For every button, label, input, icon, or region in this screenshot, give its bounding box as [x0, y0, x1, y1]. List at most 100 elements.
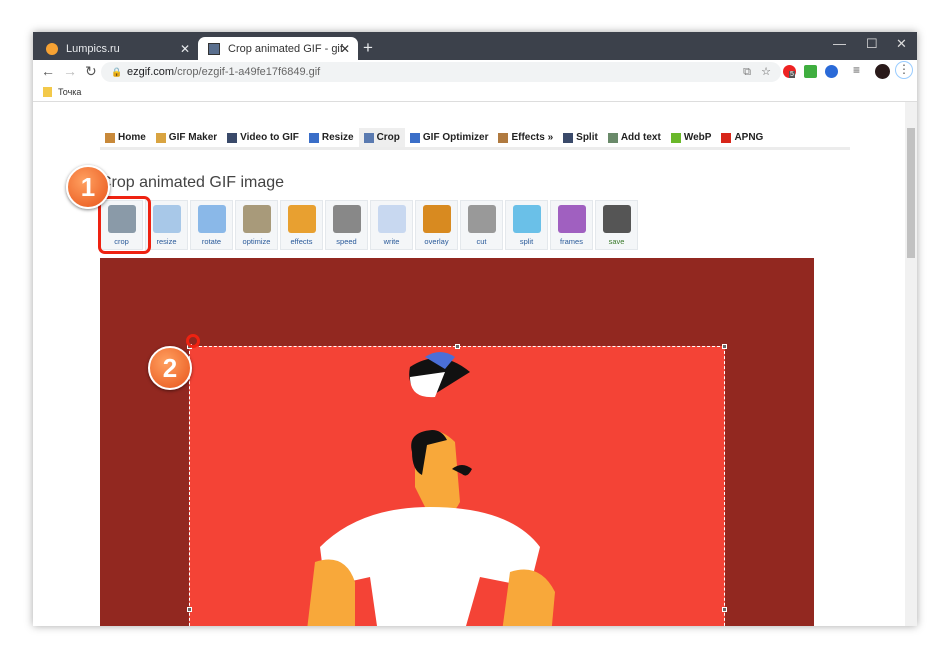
- scrollbar-thumb[interactable]: [907, 128, 915, 258]
- tool-label: write: [383, 237, 400, 246]
- overlay-icon: [422, 205, 451, 233]
- url-path: /crop/ezgif-1-a49fe17f6849.gif: [174, 66, 321, 78]
- step-1-badge: 1: [66, 165, 110, 209]
- menu-item-crop[interactable]: Crop: [358, 128, 405, 147]
- crop-handle[interactable]: [722, 344, 727, 349]
- gif-preview[interactable]: [100, 258, 814, 626]
- address-bar[interactable]: 🔒 ezgif.com/crop/ezgif-1-a49fe17f6849.gif…: [101, 62, 781, 82]
- menu-item-webp[interactable]: WebP: [666, 128, 717, 147]
- site-menu: Home GIF Maker Video to GIF Resize Crop GIF O…: [100, 128, 850, 150]
- tool-label: split: [519, 237, 534, 246]
- tool-optimize[interactable]: optimize: [235, 200, 278, 250]
- tool-resize[interactable]: resize: [145, 200, 188, 250]
- tool-label: effects: [290, 237, 313, 246]
- step-2-badge: 2: [148, 346, 192, 390]
- tool-effects[interactable]: effects: [280, 200, 323, 250]
- url-host: ezgif.com: [127, 66, 175, 78]
- crop-handle[interactable]: [722, 607, 727, 612]
- bookmark-item[interactable]: Точка: [43, 87, 81, 97]
- resize-icon: [152, 205, 181, 233]
- menu-item-effects[interactable]: Effects »: [493, 128, 558, 147]
- crop-handle[interactable]: [187, 607, 192, 612]
- lumpics-favicon: [46, 42, 58, 55]
- menu-item-icon: [308, 132, 319, 143]
- menu-icon[interactable]: ⋮: [895, 61, 913, 79]
- bookmarks-bar: Точка: [33, 84, 917, 102]
- cut-icon: [467, 205, 496, 233]
- tool-label: overlay: [424, 237, 449, 246]
- menu-item-videotogif[interactable]: Video to GIF: [222, 128, 304, 147]
- ezgif-favicon: [208, 42, 220, 55]
- crop-tool-highlight: [98, 196, 151, 254]
- forward-icon[interactable]: →: [63, 63, 77, 79]
- split-icon: [512, 205, 541, 233]
- check-extension-icon[interactable]: [804, 65, 817, 78]
- menu-item-icon: [363, 132, 374, 143]
- vpn-extension-icon[interactable]: [825, 65, 838, 78]
- menu-item-gifmaker[interactable]: GIF Maker: [151, 128, 222, 147]
- tool-label: frames: [560, 237, 583, 246]
- tool-frames[interactable]: frames: [550, 200, 593, 250]
- bookmark-label: Точка: [58, 87, 82, 97]
- tab-bar: Lumpics.ru ✕ Crop animated GIF - gif-man-…: [33, 32, 917, 60]
- menu-item-label: APNG: [734, 132, 764, 143]
- menu-item-gifoptimizer[interactable]: GIF Optimizer: [405, 128, 494, 147]
- close-window-icon[interactable]: ✕: [896, 36, 907, 52]
- frames-icon: [557, 205, 586, 233]
- menu-item-resize[interactable]: Resize: [304, 128, 359, 147]
- rotate-icon: [197, 205, 226, 233]
- translate-icon[interactable]: ⧉: [743, 62, 751, 82]
- menu-item-icon: [409, 132, 420, 143]
- tool-speed[interactable]: speed: [325, 200, 368, 250]
- tab-ezgif[interactable]: Crop animated GIF - gif-man-me✕: [198, 37, 358, 60]
- tool-save[interactable]: save: [595, 200, 638, 250]
- scrollbar[interactable]: [905, 102, 917, 626]
- opera-extension-icon[interactable]: 5: [783, 65, 796, 78]
- tool-overlay[interactable]: overlay: [415, 200, 458, 250]
- crop-selection[interactable]: [187, 344, 727, 626]
- menu-item-icon: [607, 132, 618, 143]
- folder-icon: [43, 87, 52, 97]
- man-illustration: [307, 352, 555, 626]
- menu-item-label: GIF Maker: [168, 132, 218, 143]
- menu-item-icon: [498, 132, 509, 143]
- reload-icon[interactable]: ↻: [85, 63, 97, 80]
- menu-item-label: Split: [576, 132, 598, 143]
- tool-label: optimize: [242, 237, 271, 246]
- menu-item-icon: [721, 132, 732, 143]
- tool-label: speed: [336, 237, 357, 246]
- tool-label: save: [608, 237, 625, 246]
- tab-label: Lumpics.ru: [66, 42, 120, 55]
- toolbar: ← → ↻ 🔒 ezgif.com/crop/ezgif-1-a49fe17f68…: [33, 60, 917, 84]
- write-icon: [377, 205, 406, 233]
- tool-split[interactable]: split: [505, 200, 548, 250]
- tool-write[interactable]: write: [370, 200, 413, 250]
- menu-item-icon: [155, 132, 166, 143]
- tool-label: cut: [476, 237, 487, 246]
- lock-icon: 🔒: [111, 67, 123, 77]
- tool-rotate[interactable]: rotate: [190, 200, 233, 250]
- close-tab-icon[interactable]: ✕: [180, 42, 190, 56]
- page-title: Crop animated GIF image: [100, 174, 285, 191]
- back-icon[interactable]: ←: [41, 63, 55, 79]
- crop-handle[interactable]: [455, 344, 460, 349]
- tab-lumpics[interactable]: Lumpics.ru ✕: [36, 37, 198, 60]
- close-tab-icon[interactable]: ✕: [340, 42, 350, 56]
- menu-item-label: Crop: [376, 132, 400, 143]
- menu-item-split[interactable]: Split: [558, 128, 603, 147]
- handle-highlight: [186, 334, 200, 348]
- star-icon[interactable]: ☆: [761, 62, 771, 82]
- tool-cut[interactable]: cut: [460, 200, 503, 250]
- menu-item-apng[interactable]: APNG: [716, 128, 768, 147]
- tool-label: resize: [156, 237, 177, 246]
- minimize-icon[interactable]: —: [833, 36, 846, 51]
- tab-label: Crop animated GIF - gif-man-me: [228, 42, 343, 55]
- new-tab-icon[interactable]: +: [363, 38, 373, 58]
- avatar[interactable]: [875, 64, 890, 79]
- menu-item-icon: [563, 132, 574, 143]
- menu-item-addtext[interactable]: Add text: [603, 128, 666, 147]
- media-icon[interactable]: ≡: [853, 63, 860, 77]
- maximize-icon[interactable]: ☐: [866, 36, 878, 52]
- menu-item-home[interactable]: Home: [100, 128, 151, 147]
- effects-icon: [287, 205, 316, 233]
